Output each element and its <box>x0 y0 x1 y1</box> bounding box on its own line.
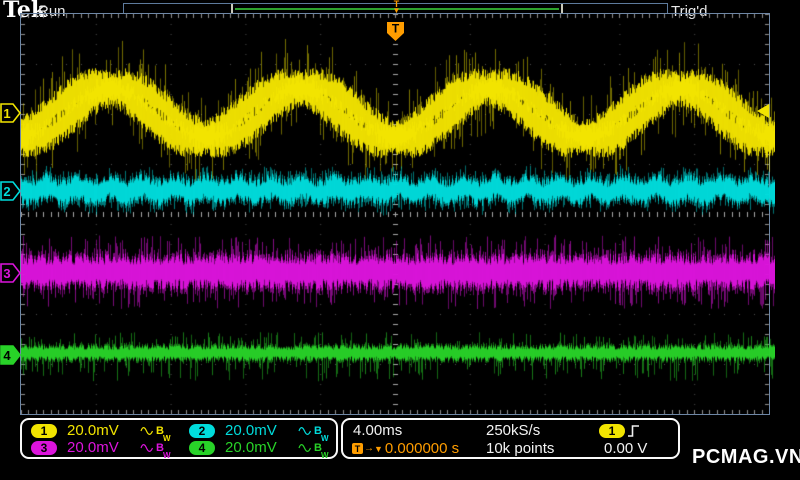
trigger-position-pin-icon[interactable]: T <box>386 21 405 42</box>
horizontal-trigger-readout-box: 4.00ms 250kS/s 1 T → ▼ 0.000000 s 10k po… <box>341 418 680 459</box>
trigger-source-badge[interactable]: 1 <box>599 423 625 438</box>
channel1-scale[interactable]: 20.0mV <box>67 422 140 439</box>
channel4-position-marker[interactable]: 4 <box>0 345 22 365</box>
arrow-right-icon: → <box>364 442 374 454</box>
trigger-t-icon: T <box>352 443 363 454</box>
svg-text:T: T <box>392 22 400 36</box>
channel3-badge[interactable]: 3 <box>31 440 57 455</box>
oscilloscope-screen: Tek Run Trig'd T ▼ T 1 2 3 4 1 20.0mV BW… <box>0 0 800 480</box>
channel2-scale[interactable]: 20.0mV <box>225 422 298 439</box>
svg-text:2: 2 <box>3 184 10 199</box>
svg-text:1: 1 <box>3 106 10 121</box>
svg-text:3: 3 <box>3 266 10 281</box>
watermark: PCMAG.VN <box>692 446 800 468</box>
trigger-position-value: 0.000000 s <box>384 440 460 457</box>
ac-coupling-icon <box>140 426 154 435</box>
trigger-level-arrow-icon[interactable] <box>757 104 769 118</box>
channel3-position-marker[interactable]: 3 <box>0 263 22 283</box>
rising-edge-slope-icon <box>628 425 639 437</box>
sample-rate: 250kS/s <box>486 422 541 439</box>
channel4-badge[interactable]: 4 <box>189 440 215 455</box>
trigger-level-value[interactable]: 0.00 V <box>604 440 647 457</box>
channel1-badge[interactable]: 1 <box>31 423 57 438</box>
ac-coupling-icon <box>140 443 154 452</box>
svg-text:4: 4 <box>3 348 11 363</box>
acquisition-trigger-position-icon: T ▼ <box>392 0 401 15</box>
ac-coupling-icon <box>298 426 312 435</box>
channel2-position-marker[interactable]: 2 <box>0 181 22 201</box>
channel1-position-marker[interactable]: 1 <box>0 103 22 123</box>
ac-coupling-icon <box>298 443 312 452</box>
channel4-scale[interactable]: 20.0mV <box>225 439 298 456</box>
waveform-display <box>21 14 775 414</box>
record-length: 10k points <box>486 440 555 457</box>
channel2-badge[interactable]: 2 <box>189 423 215 438</box>
channel3-scale[interactable]: 20.0mV <box>67 439 140 456</box>
horizontal-scale[interactable]: 4.00ms <box>353 422 402 439</box>
trigger-position-readout[interactable]: T → ▼ 0.000000 s <box>352 440 459 457</box>
arrow-down-icon: ▼ <box>374 443 383 454</box>
channel-readout-box: 1 20.0mV BW 2 20.0mV BW 3 20.0mV BW 4 20… <box>20 418 338 460</box>
